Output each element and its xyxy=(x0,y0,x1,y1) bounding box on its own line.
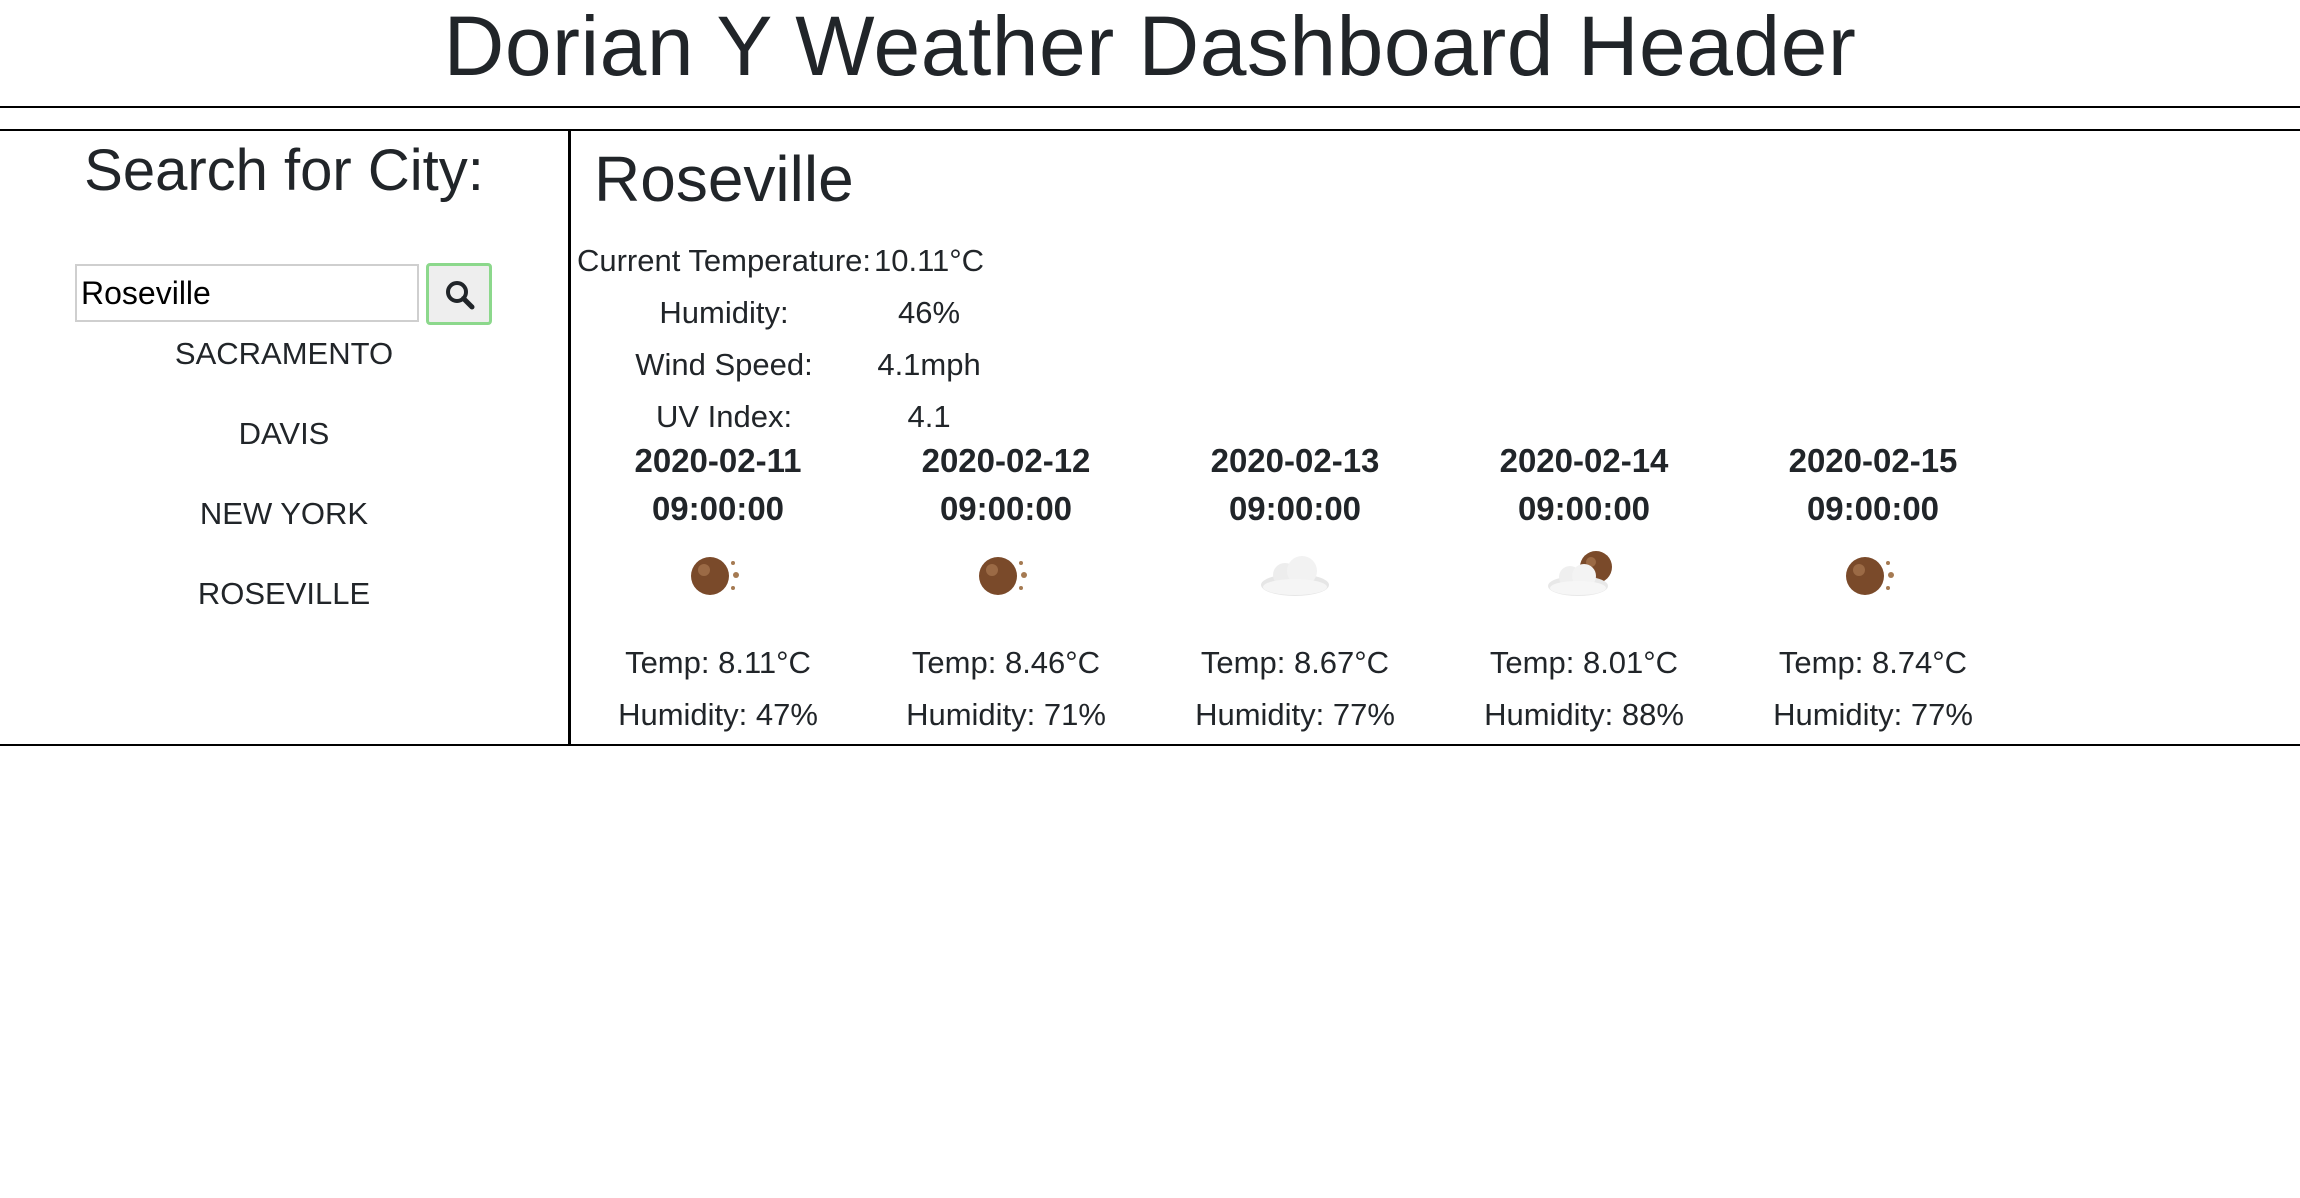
forecast-temp: Temp: 8.11°C xyxy=(625,645,811,680)
forecast-time: 09:00:00 xyxy=(939,490,1073,527)
forecast-humidity: Humidity: 88% xyxy=(1484,697,1684,732)
forecast-card: 2020-02-15 09:00:00 Temp: 8.74°C Humidit… xyxy=(1733,437,2013,745)
page-title: Dorian Y Weather Dashboard Header xyxy=(443,0,1857,93)
forecast-temp: Temp: 8.01°C xyxy=(1489,645,1679,680)
forecast-humidity: Humidity: 47% xyxy=(618,697,818,732)
forecast-card: 2020-02-13 09:00:00 Temp: 8.67°C Humidit… xyxy=(1155,437,1435,745)
city-search-input[interactable] xyxy=(75,264,419,322)
page-header: Dorian Y Weather Dashboard Header xyxy=(0,0,2300,108)
forecast-humidity: Humidity: 77% xyxy=(1773,697,1973,732)
forecast-card: 2020-02-12 09:00:00 Temp: 8.46°C Humidit… xyxy=(866,437,1146,745)
uv-index-value: 4.1 xyxy=(907,399,951,434)
forecast-date: 2020-02-15 xyxy=(1788,442,1958,479)
humidity-value: 46% xyxy=(898,295,961,330)
uv-index-row: UV Index: 4.1 xyxy=(574,391,984,443)
forecast-time: 09:00:00 xyxy=(1806,490,1940,527)
history-city-sacramento[interactable]: SACRAMENTO xyxy=(0,319,568,399)
forecast-date: 2020-02-14 xyxy=(1499,442,1669,479)
forecast-time: 09:00:00 xyxy=(1517,490,1651,527)
forecast-temp: Temp: 8.67°C xyxy=(1200,645,1390,680)
wind-speed-value: 4.1mph xyxy=(877,347,981,382)
temperature-row: Current Temperature: 10.11°C xyxy=(574,235,984,287)
forecast-date: 2020-02-12 xyxy=(921,442,1091,479)
search-heading: Search for City: xyxy=(84,138,484,203)
partly-cloudy-night-icon xyxy=(1548,551,1612,596)
wind-speed-label: Wind Speed: xyxy=(635,347,813,382)
clear-night-icon xyxy=(1846,557,1894,595)
forecast-date: 2020-02-11 xyxy=(634,442,802,479)
forecast-humidity: Humidity: 71% xyxy=(906,697,1106,732)
five-day-forecast: 2020-02-11 09:00:00 Temp: 8.11°C Humidit… xyxy=(574,437,2034,745)
search-history-list: SACRAMENTO DAVIS NEW YORK ROSEVILLE xyxy=(0,319,568,639)
uv-index-label: UV Index: xyxy=(655,399,793,434)
history-city-davis[interactable]: DAVIS xyxy=(0,399,568,479)
search-button[interactable] xyxy=(426,263,492,325)
history-city-new-york[interactable]: NEW YORK xyxy=(0,479,568,559)
forecast-card: 2020-02-11 09:00:00 Temp: 8.11°C Humidit… xyxy=(578,437,858,745)
forecast-time: 09:00:00 xyxy=(651,490,785,527)
humidity-label: Humidity: xyxy=(659,295,789,330)
history-city-roseville[interactable]: ROSEVILLE xyxy=(0,559,568,639)
clear-night-icon xyxy=(979,557,1027,595)
current-city-name: Roseville xyxy=(594,143,854,215)
temperature-value: 10.11°C xyxy=(874,243,985,278)
forecast-temp: Temp: 8.46°C xyxy=(911,645,1101,680)
wind-speed-row: Wind Speed: 4.1mph xyxy=(574,339,984,391)
clear-night-icon xyxy=(691,557,739,595)
current-conditions-table: Current Temperature: 10.11°C Humidity: 4… xyxy=(574,235,984,443)
forecast-humidity: Humidity: 77% xyxy=(1195,697,1395,732)
forecast-time: 09:00:00 xyxy=(1228,490,1362,527)
sidebar: Search for City: SACRAMENTO DAVIS NEW YO… xyxy=(0,131,571,744)
forecast-date: 2020-02-13 xyxy=(1210,442,1380,479)
humidity-row: Humidity: 46% xyxy=(574,287,984,339)
temperature-label: Current Temperature: xyxy=(576,243,872,278)
forecast-card: 2020-02-14 09:00:00 Temp: 8.01°C Humidit… xyxy=(1444,437,1724,745)
cloud-icon xyxy=(1261,556,1329,596)
search-icon xyxy=(446,281,475,310)
forecast-temp: Temp: 8.74°C xyxy=(1778,645,1968,680)
